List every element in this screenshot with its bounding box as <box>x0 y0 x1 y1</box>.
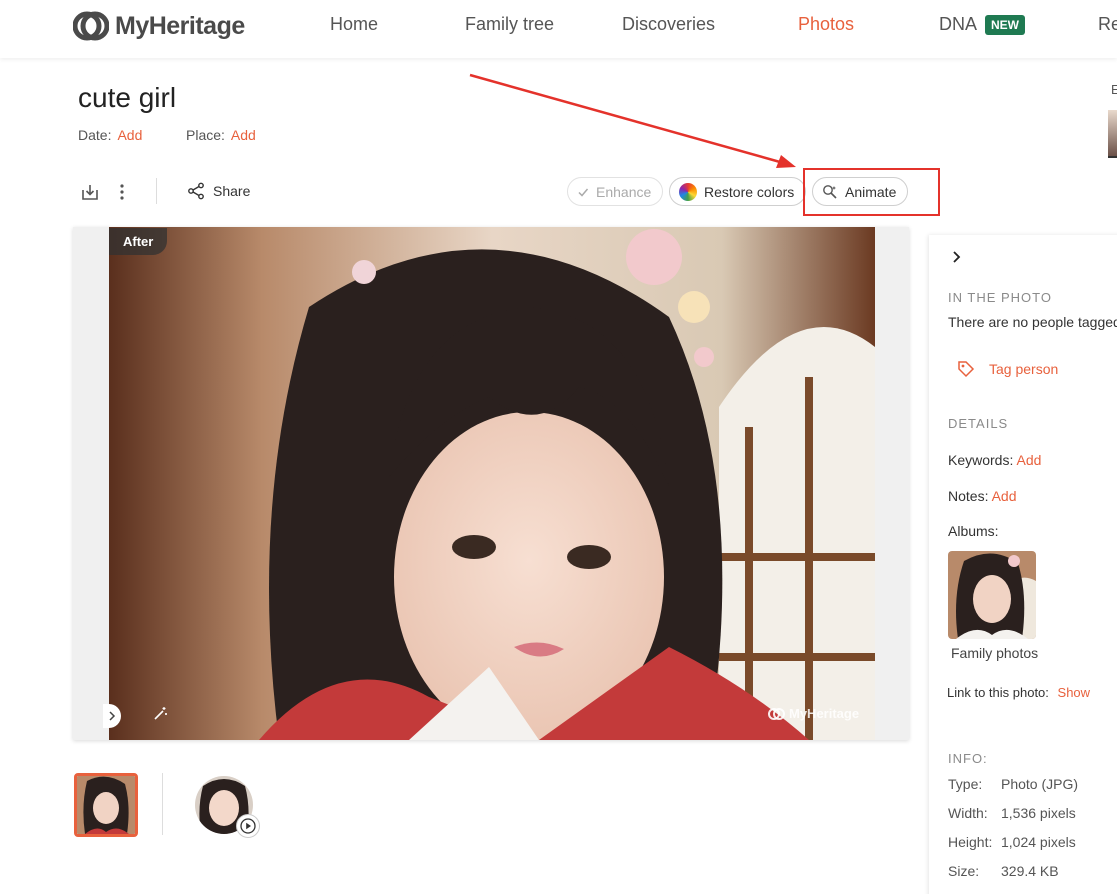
in-photo-heading: IN THE PHOTO <box>948 290 1052 305</box>
keywords-add-link[interactable]: Add <box>1016 452 1041 468</box>
tag-icon <box>958 361 975 378</box>
info-height-key: Height: <box>948 834 993 850</box>
link-label: Link to this photo: <box>947 685 1049 700</box>
watermark-text: MyHeritage <box>789 706 860 721</box>
album-name[interactable]: Family photos <box>951 645 1038 661</box>
portrait-image <box>109 227 875 740</box>
after-label: After <box>109 228 168 255</box>
no-people-text: There are no people tagged <box>948 314 1117 330</box>
thumbnail-image <box>77 776 135 834</box>
details-heading: DETAILS <box>948 416 1009 431</box>
keywords-label: Keywords: <box>948 452 1014 468</box>
tag-person-label: Tag person <box>989 361 1059 377</box>
thumbnail-photo-selected[interactable] <box>74 773 138 837</box>
photo-viewer <box>73 227 909 740</box>
info-type-value: Photo (JPG) <box>1001 776 1079 792</box>
main-photo[interactable] <box>109 227 875 740</box>
chevron-right-icon <box>953 251 961 263</box>
info-width-key: Width: <box>948 805 988 821</box>
info-heading: INFO: <box>948 751 988 766</box>
link-to-photo-row: Link to this photo: Show <box>947 685 1090 700</box>
album-image <box>948 551 1036 639</box>
info-size-key: Size: <box>948 863 980 879</box>
play-button[interactable] <box>236 814 260 838</box>
annotation-highlight-box <box>803 168 940 216</box>
chevron-right-icon <box>109 711 116 721</box>
keywords-row: Keywords: Add <box>948 452 1041 468</box>
watermark: MyHeritage <box>768 706 859 721</box>
tag-person-button[interactable]: Tag person <box>957 360 1058 378</box>
wand-icon <box>154 707 167 720</box>
show-link-button[interactable]: Show <box>1058 685 1091 700</box>
play-icon <box>240 818 256 834</box>
info-width-value: 1,536 pixels <box>1001 805 1076 821</box>
info-type-key: Type: <box>948 776 983 792</box>
collapse-panel-button[interactable] <box>950 248 964 271</box>
albums-label: Albums: <box>948 523 999 539</box>
notes-row: Notes: Add <box>948 488 1017 504</box>
notes-add-link[interactable]: Add <box>992 488 1017 504</box>
thumbnail-divider <box>162 773 163 835</box>
album-thumbnail[interactable] <box>948 551 1036 639</box>
info-size-value: 329.4 KB <box>1001 863 1059 879</box>
watermark-logo-icon <box>768 707 785 720</box>
notes-label: Notes: <box>948 488 989 504</box>
info-height-value: 1,024 pixels <box>1001 834 1076 850</box>
